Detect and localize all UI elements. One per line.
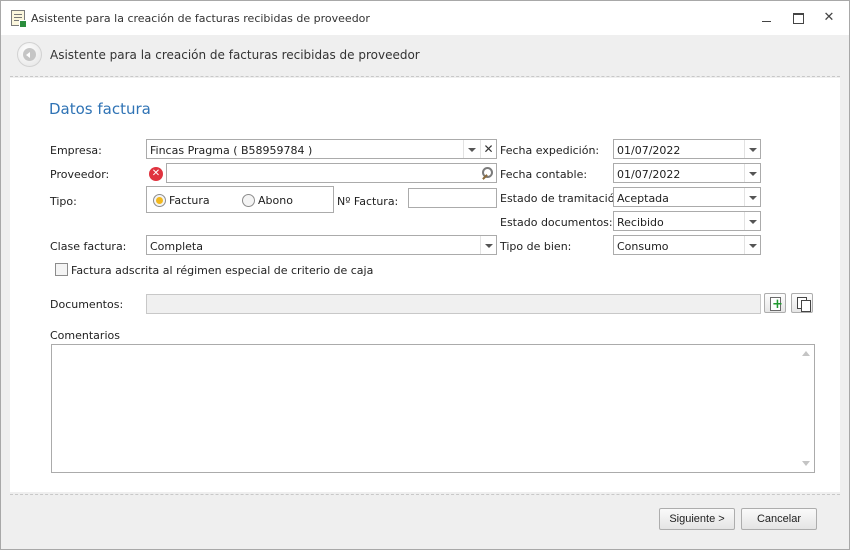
close-icon: ✕ bbox=[823, 10, 835, 25]
copy-icon[interactable] bbox=[791, 293, 813, 313]
clase-factura-value: Completa bbox=[150, 240, 203, 253]
app-document-icon bbox=[11, 10, 27, 28]
title-bar: Asistente para la creación de facturas r… bbox=[1, 1, 849, 35]
section-title: Datos factura bbox=[49, 100, 151, 118]
proveedor-input[interactable] bbox=[166, 163, 497, 183]
documentos-label: Documentos: bbox=[50, 298, 124, 311]
footer-separator bbox=[10, 494, 840, 495]
clear-icon[interactable]: ✕ bbox=[480, 140, 496, 158]
scroll-down-icon[interactable] bbox=[802, 461, 810, 466]
empresa-value: Fincas Pragma ( B58959784 ) bbox=[150, 144, 313, 157]
wizard-window: Asistente para la creación de facturas r… bbox=[0, 0, 850, 550]
tipo-radio-group: Factura Abono bbox=[146, 186, 334, 213]
fecha-contable-picker[interactable]: 01/07/2022 bbox=[613, 163, 761, 183]
empresa-combobox[interactable]: Fincas Pragma ( B58959784 ) ✕ bbox=[146, 139, 497, 159]
estado-documentos-label: Estado documentos: bbox=[500, 216, 613, 229]
back-arrow-icon[interactable] bbox=[17, 42, 42, 67]
estado-tramitacion-label: Estado de tramitación: bbox=[500, 192, 626, 205]
search-icon[interactable] bbox=[480, 166, 494, 180]
radio-abono-label[interactable]: Abono bbox=[258, 194, 293, 207]
fecha-expedicion-value: 01/07/2022 bbox=[617, 144, 681, 157]
wizard-header: Asistente para la creación de facturas r… bbox=[10, 35, 840, 77]
close-button[interactable]: ✕ bbox=[820, 9, 838, 27]
chevron-down-icon[interactable] bbox=[744, 164, 760, 182]
maximize-button[interactable] bbox=[789, 9, 807, 27]
fecha-contable-value: 01/07/2022 bbox=[617, 168, 681, 181]
error-icon: ✕ bbox=[149, 167, 163, 181]
num-factura-label: Nº Factura: bbox=[337, 195, 399, 208]
radio-factura-label[interactable]: Factura bbox=[169, 194, 210, 207]
chevron-down-icon[interactable] bbox=[744, 236, 760, 254]
fecha-expedicion-label: Fecha expedición: bbox=[500, 144, 600, 157]
chevron-down-icon[interactable] bbox=[744, 212, 760, 230]
chevron-down-icon[interactable] bbox=[463, 140, 479, 158]
estado-tramitacion-value: Aceptada bbox=[617, 192, 669, 205]
chevron-down-icon[interactable] bbox=[480, 236, 496, 254]
empresa-label: Empresa: bbox=[50, 144, 102, 157]
form-panel: Datos factura Empresa: Fincas Pragma ( B… bbox=[10, 78, 840, 492]
comentarios-scrollbar[interactable] bbox=[798, 345, 814, 472]
tipo-bien-combobox[interactable]: Consumo bbox=[613, 235, 761, 255]
tipo-label: Tipo: bbox=[50, 195, 77, 208]
chevron-down-icon[interactable] bbox=[744, 188, 760, 206]
clase-factura-label: Clase factura: bbox=[50, 240, 127, 253]
clase-factura-combobox[interactable]: Completa bbox=[146, 235, 497, 255]
num-factura-input[interactable] bbox=[408, 188, 497, 208]
estado-tramitacion-combobox[interactable]: Aceptada bbox=[613, 187, 761, 207]
documentos-field[interactable] bbox=[146, 294, 761, 314]
cancel-button[interactable]: Cancelar bbox=[741, 508, 817, 530]
next-button[interactable]: Siguiente > bbox=[659, 508, 735, 530]
wizard-header-title: Asistente para la creación de facturas r… bbox=[50, 48, 420, 62]
scroll-up-icon[interactable] bbox=[802, 351, 810, 356]
tipo-bien-value: Consumo bbox=[617, 240, 669, 253]
chevron-down-icon[interactable] bbox=[744, 140, 760, 158]
comentarios-textarea[interactable] bbox=[51, 344, 815, 473]
estado-documentos-combobox[interactable]: Recibido bbox=[613, 211, 761, 231]
radio-abono[interactable] bbox=[242, 194, 255, 207]
fecha-contable-label: Fecha contable: bbox=[500, 168, 588, 181]
minimize-button[interactable] bbox=[758, 9, 776, 27]
estado-documentos-value: Recibido bbox=[617, 216, 664, 229]
proveedor-label: Proveedor: bbox=[50, 168, 110, 181]
window-title: Asistente para la creación de facturas r… bbox=[31, 12, 370, 25]
fecha-expedicion-picker[interactable]: 01/07/2022 bbox=[613, 139, 761, 159]
tipo-bien-label: Tipo de bien: bbox=[500, 240, 572, 253]
radio-factura[interactable] bbox=[153, 194, 166, 207]
comentarios-label: Comentarios bbox=[50, 329, 120, 342]
add-document-icon[interactable] bbox=[764, 293, 786, 313]
criterio-caja-label[interactable]: Factura adscrita al régimen especial de … bbox=[71, 264, 373, 277]
criterio-caja-checkbox[interactable] bbox=[55, 263, 68, 276]
